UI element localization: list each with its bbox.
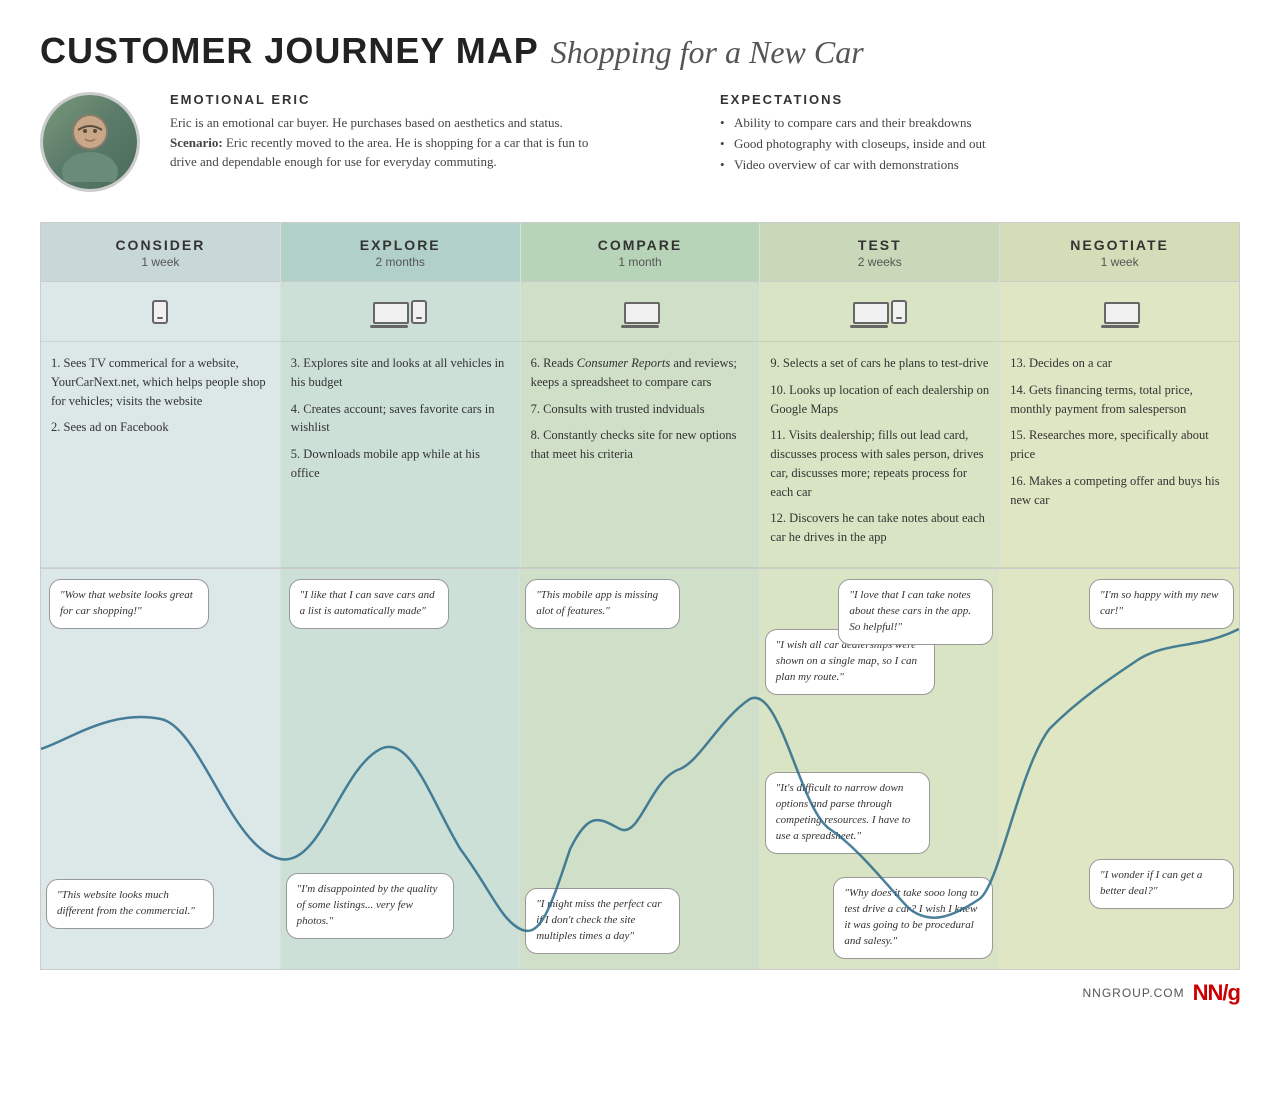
action-item: 1. Sees TV commerical for a website, You… (51, 354, 270, 410)
consider-emotion: "Wow that website looks great for car sh… (41, 569, 281, 969)
compare-actions: 6. Reads Consumer Reports and reviews; k… (521, 342, 760, 568)
phone-icon (891, 300, 907, 324)
expectation-item: Ability to compare cars and their breakd… (720, 113, 1240, 134)
explore-bubble-1: "I like that I can save cars and a list … (289, 579, 449, 629)
phase-negotiate: NEGOTIATE 1 week 13. Decides on a car 14… (1000, 223, 1239, 568)
page: CUSTOMER JOURNEY MAP Shopping for a New … (20, 0, 1260, 1030)
logo-nn: NN (1193, 980, 1223, 1005)
compare-header: COMPARE 1 month (521, 223, 760, 282)
action-item: 16. Makes a competing offer and buys his… (1010, 472, 1229, 510)
action-item: 7. Consults with trusted indviduals (531, 400, 750, 419)
laptop-icon (853, 302, 885, 322)
logo-g: g (1228, 980, 1240, 1005)
action-item: 11. Visits dealership; fills out lead ca… (770, 426, 989, 501)
avatar-image (43, 95, 137, 189)
test-bubble-2: "I love that I can take notes about thes… (838, 579, 993, 645)
footer: NNGROUP.COM NN/g (40, 970, 1240, 1010)
phase-consider: CONSIDER 1 week 1. Sees TV commerical fo… (41, 223, 281, 568)
explore-name: EXPLORE (289, 237, 512, 253)
persona-scenario: Eric recently moved to the area. He is s… (170, 135, 588, 170)
test-bubble-3: "It's difficult to narrow down options a… (765, 772, 930, 854)
action-item: 4. Creates account; saves favorite cars … (291, 400, 510, 438)
persona-description: Eric is an emotional car buyer. He purch… (170, 113, 590, 172)
negotiate-actions: 13. Decides on a car 14. Gets financing … (1000, 342, 1239, 568)
action-item: 12. Discovers he can take notes about ea… (770, 509, 989, 547)
persona-name: EMOTIONAL ERIC (170, 92, 690, 107)
persona-info: EMOTIONAL ERIC Eric is an emotional car … (170, 92, 690, 192)
consider-bubble-1: "Wow that website looks great for car sh… (49, 579, 209, 629)
phase-explore: EXPLORE 2 months 3. Explores site and lo… (281, 223, 521, 568)
consider-duration: 1 week (141, 255, 179, 269)
action-item: 8. Constantly checks site for new option… (531, 426, 750, 464)
action-item: 2. Sees ad on Facebook (51, 418, 270, 437)
explore-header: EXPLORE 2 months (281, 223, 520, 282)
expectation-item: Video overview of car with demonstration… (720, 155, 1240, 176)
consider-actions: 1. Sees TV commerical for a website, You… (41, 342, 280, 568)
explore-bubble-2: "I'm disappointed by the quality of some… (286, 873, 454, 939)
compare-bubble-1: "This mobile app is missing alot of feat… (525, 579, 680, 629)
negotiate-bubble-1: "I'm so happy with my new car!" (1089, 579, 1234, 629)
action-item: 5. Downloads mobile app while at his off… (291, 445, 510, 483)
action-item: 9. Selects a set of cars he plans to tes… (770, 354, 989, 373)
compare-emotion: "This mobile app is missing alot of feat… (520, 569, 760, 969)
title-italic: Shopping for a New Car (551, 34, 864, 71)
negotiate-bubble-2: "I wonder if I can get a better deal?" (1089, 859, 1234, 909)
negotiate-emotion: "I'm so happy with my new car!" "I wonde… (999, 569, 1239, 969)
footer-logo: NN/g (1193, 980, 1240, 1006)
persona-section: EMOTIONAL ERIC Eric is an emotional car … (40, 92, 1240, 192)
explore-emotion: "I like that I can save cars and a list … (281, 569, 521, 969)
explore-duration: 2 months (376, 255, 425, 269)
consider-header: CONSIDER 1 week (41, 223, 280, 282)
expectations-section: EXPECTATIONS Ability to compare cars and… (720, 92, 1240, 192)
footer-url: NNGROUP.COM (1083, 986, 1185, 1000)
scenario-label: Scenario: (170, 135, 223, 150)
laptop-icon (1104, 302, 1136, 322)
phone-icon (411, 300, 427, 324)
phase-compare: COMPARE 1 month 6. Reads Consumer Report… (521, 223, 761, 568)
action-item: 15. Researches more, specifically about … (1010, 426, 1229, 464)
explore-devices (281, 282, 520, 342)
emotion-section: "Wow that website looks great for car sh… (40, 569, 1240, 970)
test-devices (760, 282, 999, 342)
compare-devices (521, 282, 760, 342)
negotiate-name: NEGOTIATE (1008, 237, 1231, 253)
negotiate-duration: 1 week (1101, 255, 1139, 269)
compare-bubble-2: "I might miss the perfect car if I don't… (525, 888, 680, 954)
test-duration: 2 weeks (858, 255, 902, 269)
expectation-item: Good photography with closeups, inside a… (720, 134, 1240, 155)
avatar (40, 92, 140, 192)
action-item: 13. Decides on a car (1010, 354, 1229, 373)
laptop-icon (373, 302, 405, 322)
test-name: TEST (768, 237, 991, 253)
main-title: CUSTOMER JOURNEY MAP Shopping for a New … (40, 30, 1240, 72)
test-emotion: "I wish all car dealerships were shown o… (760, 569, 1000, 969)
test-bubble-4: "Why does it take sooo long to test driv… (833, 877, 993, 959)
phone-icon (152, 300, 168, 324)
title-bold: CUSTOMER JOURNEY MAP (40, 30, 539, 72)
phase-test: TEST 2 weeks 9. Selects a set of cars he… (760, 223, 1000, 568)
negotiate-devices (1000, 282, 1239, 342)
laptop-icon (624, 302, 656, 322)
consider-devices (41, 282, 280, 342)
consider-name: CONSIDER (49, 237, 272, 253)
explore-actions: 3. Explores site and looks at all vehicl… (281, 342, 520, 568)
test-header: TEST 2 weeks (760, 223, 999, 282)
action-item: 10. Looks up location of each dealership… (770, 381, 989, 419)
persona-desc-text: Eric is an emotional car buyer. He purch… (170, 115, 563, 130)
compare-duration: 1 month (618, 255, 661, 269)
test-actions: 9. Selects a set of cars he plans to tes… (760, 342, 999, 568)
expectations-title: EXPECTATIONS (720, 92, 1240, 107)
action-item: 14. Gets financing terms, total price, m… (1010, 381, 1229, 419)
compare-name: COMPARE (529, 237, 752, 253)
action-item: 6. Reads Consumer Reports and reviews; k… (531, 354, 750, 392)
negotiate-header: NEGOTIATE 1 week (1000, 223, 1239, 282)
action-item: 3. Explores site and looks at all vehicl… (291, 354, 510, 392)
journey-map: CONSIDER 1 week 1. Sees TV commerical fo… (40, 222, 1240, 569)
consider-bubble-2: "This website looks much different from … (46, 879, 214, 929)
expectations-list: Ability to compare cars and their breakd… (720, 113, 1240, 175)
journey-map-wrapper: CONSIDER 1 week 1. Sees TV commerical fo… (40, 222, 1240, 970)
